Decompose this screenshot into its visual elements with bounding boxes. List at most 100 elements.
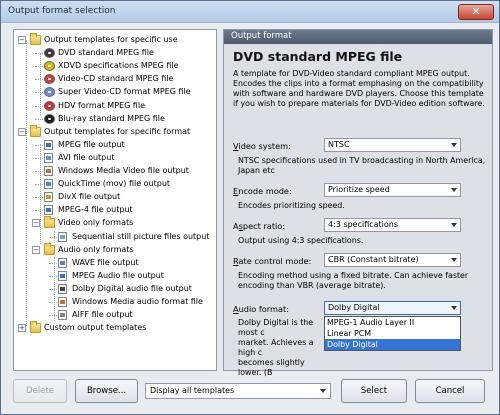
tree-item[interactable]: DVD standard MPEG file	[14, 47, 216, 59]
tree-item[interactable]: + Custom output templates	[14, 321, 216, 334]
tree-item-label: QuickTime (mov) file output	[58, 179, 171, 188]
tree-item[interactable]: Windows Media Video file output	[14, 165, 216, 177]
mpeg4-file-icon	[44, 205, 53, 215]
tree-item-label: Blu-ray standard MPEG file	[58, 114, 165, 123]
tree-connector	[49, 276, 57, 277]
folder-icon	[30, 321, 41, 333]
tree-item[interactable]: MPEG-4 file output	[14, 204, 216, 216]
template-filter-select[interactable]: Display all templates	[145, 383, 331, 399]
chevron-down-icon	[451, 306, 457, 310]
audio-format-option[interactable]: MPEG-1 Audio Layer II	[325, 317, 460, 328]
video-system-label-text: ideo system:	[238, 141, 291, 151]
output-format-panel: Output format DVD standard MPEG file A t…	[223, 29, 493, 377]
audio-format-option[interactable]: Linear PCM	[325, 328, 460, 339]
audio-format-dropdown-list[interactable]: MPEG-1 Audio Layer II Linear PCM Dolby D…	[324, 316, 461, 351]
tree-item[interactable]: HDV format MPEG file	[14, 100, 216, 112]
browse-button[interactable]: Browse...	[75, 379, 138, 403]
tree-item[interactable]: − Output templates for specific format	[14, 125, 216, 138]
collapse-toggle-icon[interactable]: −	[18, 36, 26, 44]
chevron-down-icon	[320, 389, 326, 393]
tree-item[interactable]: Dolby Digital audio file output	[14, 283, 216, 295]
tree-item[interactable]: Sequential still picture files output	[14, 231, 216, 243]
close-button[interactable]: ✕	[458, 4, 494, 20]
tree-item-label: Output templates for specific use	[44, 35, 178, 44]
tree-guide-line	[54, 257, 55, 321]
audio-format-option-selected[interactable]: Dolby Digital	[325, 339, 460, 350]
aspect-ratio-select[interactable]: 4:3 specifications	[324, 218, 461, 232]
tree-connector	[35, 158, 43, 159]
aspect-ratio-value: 4:3 specifications	[328, 220, 399, 229]
video-system-select[interactable]: NTSC	[324, 138, 461, 152]
chevron-down-icon	[451, 143, 457, 147]
tree-connector	[35, 53, 43, 54]
bluray-disc-icon	[44, 114, 55, 124]
tree-item-label: MPEG Audio file output	[72, 271, 164, 280]
tree-item-label: Windows Media audio format file	[72, 297, 203, 306]
tree-item[interactable]: QuickTime (mov) file output	[14, 178, 216, 190]
template-description: A template for DVD-Video standard compli…	[233, 69, 485, 108]
tree-item[interactable]: XDVD specifications MPEG file	[14, 60, 216, 72]
collapse-toggle-icon[interactable]: −	[18, 128, 26, 136]
tree-connector	[35, 210, 43, 211]
tree-item-label: WAVE file output	[72, 258, 139, 267]
tree-item[interactable]: MPEG file output	[14, 139, 216, 151]
rate-control-note: Encoding method using a fixed bitrate. C…	[238, 271, 469, 290]
chevron-down-icon	[451, 188, 457, 192]
tree-item[interactable]: Windows Media audio format file	[14, 296, 216, 308]
tree-item[interactable]: − Output templates for specific use	[14, 33, 216, 46]
audio-format-value: Dolby Digital	[328, 303, 380, 312]
tree-item[interactable]: Video-CD standard MPEG file	[14, 73, 216, 85]
folder-icon	[44, 243, 55, 255]
tree-item[interactable]: MPEG Audio file output	[14, 270, 216, 282]
tree-connector	[35, 184, 43, 185]
expand-toggle-icon[interactable]: +	[18, 324, 26, 332]
encode-mode-note: Encodes prioritizing speed.	[238, 201, 345, 210]
collapse-toggle-icon[interactable]: −	[32, 219, 40, 227]
tree-guide-line	[40, 144, 41, 244]
tree-guide-line	[40, 53, 41, 115]
tree-item-label: Super Video-CD format MPEG file	[58, 87, 191, 96]
avi-file-icon	[44, 153, 53, 163]
tree-item[interactable]: AVI file output	[14, 152, 216, 164]
tree-item-label: Custom output templates	[44, 323, 147, 332]
collapse-toggle-icon[interactable]: −	[32, 246, 40, 254]
mpeg-audio-file-icon	[58, 271, 67, 281]
encode-mode-value: Prioritize speed	[328, 185, 390, 194]
hdv-disc-icon	[44, 101, 55, 111]
divx-file-icon	[44, 192, 53, 202]
encode-mode-select[interactable]: Prioritize speed	[324, 183, 461, 197]
vcd-disc-icon	[44, 74, 55, 84]
cancel-button[interactable]: Cancel	[415, 379, 485, 403]
tree-connector	[49, 237, 57, 238]
tree-item[interactable]: AIFF file output	[14, 309, 216, 321]
aspect-ratio-note: Output using 4:3 specifications.	[238, 236, 364, 245]
video-system-value: NTSC	[328, 140, 350, 149]
tree-connector	[35, 66, 43, 67]
template-tree[interactable]: − Output templates for specific use DVD st…	[13, 29, 217, 371]
tree-item-label: DivX file output	[58, 192, 121, 201]
wave-file-icon	[58, 258, 67, 268]
tree-item-label: MPEG-4 file output	[58, 205, 133, 214]
tree-connector	[49, 315, 57, 316]
delete-button[interactable]: Delete	[13, 379, 67, 403]
quicktime-file-icon	[44, 179, 53, 189]
template-title: DVD standard MPEG file	[233, 49, 403, 64]
tree-item[interactable]: WAVE file output	[14, 257, 216, 269]
audio-format-select[interactable]: Dolby Digital	[324, 301, 461, 315]
rate-control-select[interactable]: CBR (Constant bitrate)	[324, 253, 461, 267]
tree-item[interactable]: − Audio only formats	[14, 243, 216, 256]
audio-format-note-line: market. Achieves a high c	[238, 338, 314, 357]
select-button[interactable]: Select	[341, 379, 407, 403]
tree-item[interactable]: Blu-ray standard MPEG file	[14, 113, 216, 125]
tree-connector	[35, 106, 43, 107]
output-format-dialog: Output format selection ✕ − Output templa…	[0, 0, 500, 415]
audio-format-note-line: Dolby Digital is the most c	[238, 318, 314, 337]
audio-format-label: Audio format:	[233, 304, 289, 314]
tree-item[interactable]: DivX file output	[14, 191, 216, 203]
chevron-down-icon	[451, 258, 457, 262]
tree-item[interactable]: − Video only formats	[14, 216, 216, 229]
aiff-file-icon	[58, 310, 67, 320]
tree-item[interactable]: Super Video-CD format MPEG file	[14, 86, 216, 98]
dolby-file-icon	[58, 284, 67, 294]
title-bar[interactable]: Output format selection ✕	[1, 1, 499, 23]
